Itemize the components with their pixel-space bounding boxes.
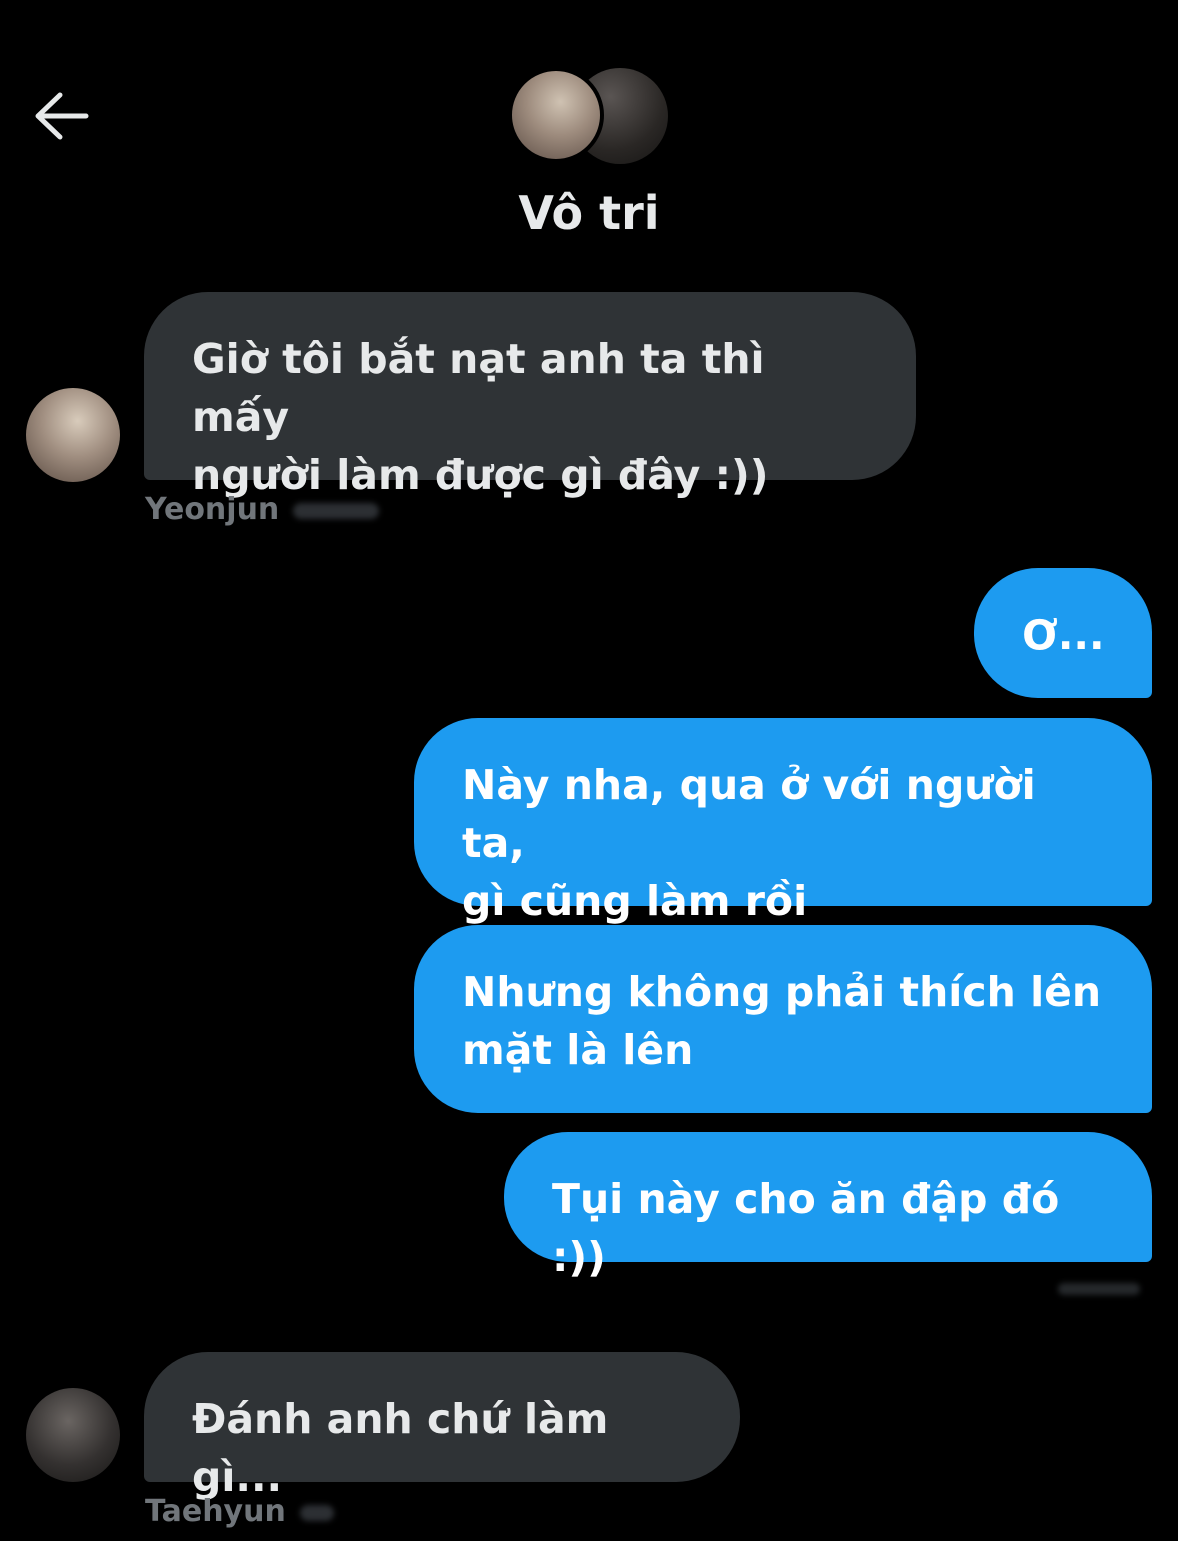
sender-avatar[interactable]: [26, 388, 120, 482]
outgoing-message-bubble[interactable]: Nhưng không phải thích lên mặt là lên: [414, 925, 1152, 1113]
arrow-left-icon: [35, 92, 89, 140]
sender-name-label: Yeonjun: [145, 492, 280, 527]
outgoing-message-bubble[interactable]: Tụi này cho ăn đập đó :)): [504, 1132, 1152, 1281]
timestamp-redacted: [1058, 1283, 1140, 1295]
back-button[interactable]: [30, 88, 94, 144]
sender-name: Yeonjun: [145, 490, 380, 530]
incoming-message-bubble[interactable]: Giờ tôi bắt nạt anh ta thì mấy người làm…: [144, 292, 916, 499]
member-avatar: [508, 67, 604, 163]
group-avatar[interactable]: [508, 67, 670, 165]
sender-name-label: Taehyun: [145, 1494, 286, 1529]
outgoing-message-bubble[interactable]: Này nha, qua ở với người ta, gì cũng làm…: [414, 718, 1152, 925]
conversation-title[interactable]: Vô tri: [0, 182, 1178, 244]
sender-name: Taehyun: [145, 1492, 334, 1532]
timestamp-redacted: [299, 1504, 334, 1521]
outgoing-message-bubble[interactable]: Ơ...: [974, 568, 1152, 698]
incoming-message-bubble[interactable]: Đánh anh chứ làm gì...: [144, 1352, 740, 1501]
sender-avatar[interactable]: [26, 1388, 120, 1482]
timestamp-redacted: [293, 502, 380, 519]
